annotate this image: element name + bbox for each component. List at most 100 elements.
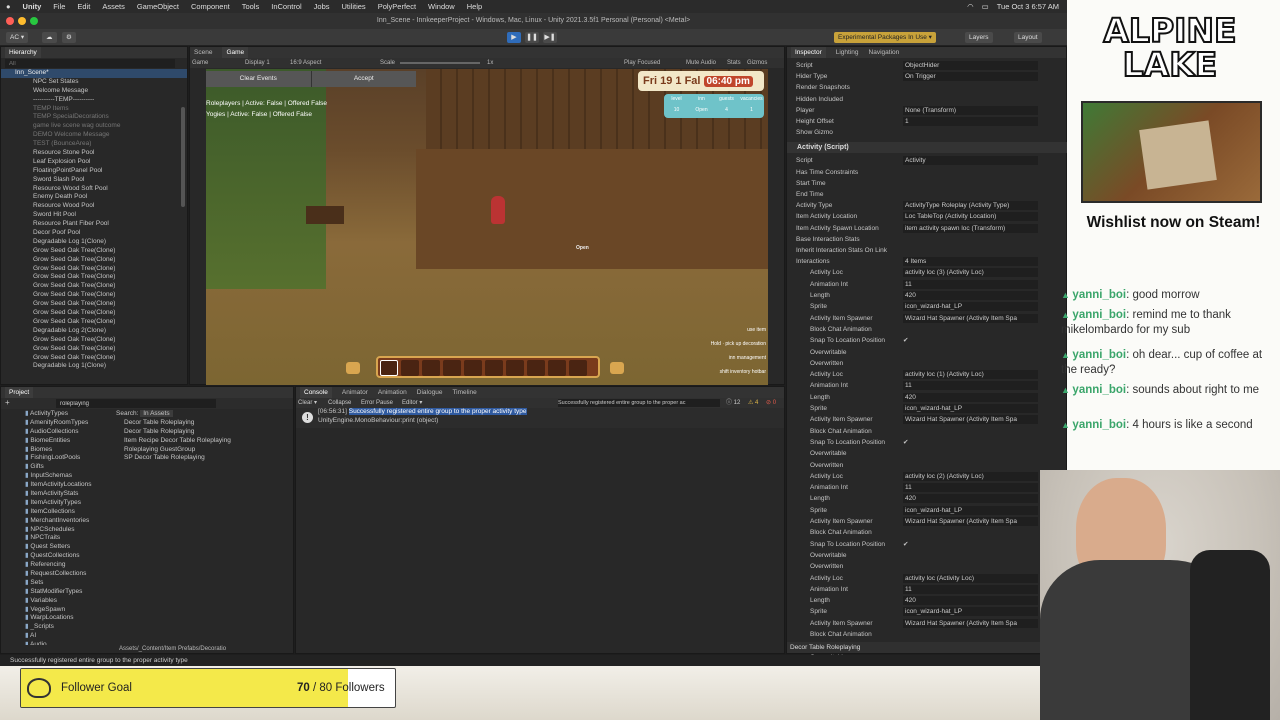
project-result-item[interactable]: Decor Table Roleplaying	[124, 419, 294, 428]
console-search-input[interactable]	[558, 399, 720, 407]
project-folder[interactable]: ▮ AmenityRoomTypes	[25, 419, 113, 428]
project-folder[interactable]: ▮ InputSchemas	[25, 472, 113, 481]
inventory-hotbar[interactable]	[376, 356, 600, 378]
chat-username[interactable]: yanni_boi	[1072, 309, 1126, 321]
activity-component-header[interactable]: Activity (Script)	[787, 142, 1067, 154]
field-value[interactable]: activity loc (1) (Activity Loc)	[903, 370, 1038, 380]
play-button[interactable]: ▶	[507, 32, 521, 43]
hotbar-slot[interactable]	[464, 360, 482, 376]
mute-audio-toggle[interactable]: Mute Audio	[686, 58, 716, 68]
settings-icon[interactable]: ⚙	[62, 32, 76, 43]
field-value[interactable]: 11	[903, 279, 1038, 289]
hierarchy-item[interactable]: Resource Wood Soft Pool	[33, 185, 187, 194]
console-clear-button[interactable]: Clear ▾	[298, 398, 317, 408]
battery-icon[interactable]: ▭	[982, 2, 989, 11]
hotbar-slot[interactable]	[380, 360, 398, 376]
hotbar-slot[interactable]	[527, 360, 545, 376]
console-editor-dropdown[interactable]: Editor ▾	[402, 398, 422, 408]
tab-animation[interactable]: Animation	[378, 387, 407, 398]
gizmos-toggle[interactable]: Gizmos	[747, 58, 767, 68]
hierarchy-item[interactable]: TEMP SpecialDecorations	[33, 113, 187, 122]
console-log-entry[interactable]: ! [06:56:31] Successfully registered ent…	[296, 408, 784, 428]
field-value[interactable]: 11	[903, 584, 1038, 594]
hierarchy-item[interactable]: Decor Poof Pool	[33, 229, 187, 238]
project-folder[interactable]: ▮ MerchantInventories	[25, 517, 113, 526]
console-log-count[interactable]: ⓘ 12	[726, 398, 740, 408]
checkbox-checked-icon[interactable]: ✔	[903, 539, 908, 550]
checkbox-checked-icon[interactable]: ✔	[903, 437, 908, 448]
menu-help[interactable]: Help	[467, 2, 482, 11]
hierarchy-item[interactable]: Degradable Log 1(Clone)	[33, 362, 187, 371]
console-error-count[interactable]: ⊘ 0	[766, 398, 776, 408]
hierarchy-item[interactable]: Degradable Log 2(Clone)	[33, 327, 187, 336]
project-folder[interactable]: ▮ Sets	[25, 579, 113, 588]
step-button[interactable]: ▶❚	[543, 32, 557, 43]
play-focused-dropdown[interactable]: Play Focused	[624, 58, 660, 68]
project-folder[interactable]: ▮ AI	[25, 632, 113, 641]
field-value[interactable]: icon_wizard-hat_LP	[903, 404, 1038, 413]
hierarchy-search-input[interactable]	[5, 59, 175, 68]
add-asset-icon[interactable]: +	[5, 398, 10, 407]
clock[interactable]: Tue Oct 3 6:57 AM	[997, 2, 1059, 11]
tab-timeline[interactable]: Timeline	[452, 387, 476, 398]
hierarchy-item[interactable]: Grow Seed Oak Tree(Clone)	[33, 265, 187, 274]
account-dropdown[interactable]: AC ▾	[6, 32, 29, 43]
tab-dialogue[interactable]: Dialogue	[417, 387, 443, 398]
game-screen[interactable]: Clear Events Accept Roleplayers | Active…	[206, 69, 768, 385]
hierarchy-item[interactable]: DEMO Welcome Message	[33, 131, 187, 140]
hierarchy-item[interactable]: game live scene wag outcome	[33, 122, 187, 131]
display-dropdown[interactable]: Game	[192, 58, 208, 68]
aspect-dropdown[interactable]: 16:9 Aspect	[290, 58, 321, 68]
field-value[interactable]: Wizard Hat Spawner (Activity Item Spa	[903, 415, 1038, 425]
hierarchy-scrollbar[interactable]	[181, 107, 185, 207]
project-search-input[interactable]	[56, 399, 216, 408]
field-value[interactable]: 420	[903, 291, 1038, 300]
project-folder[interactable]: ▮ Referencing	[25, 561, 113, 570]
field-value[interactable]: 11	[903, 381, 1038, 391]
tab-project[interactable]: Project	[5, 387, 34, 398]
project-folder[interactable]: ▮ RequestCollections	[25, 570, 113, 579]
hierarchy-item[interactable]: Sword Hit Pool	[33, 211, 187, 220]
console-warning-count[interactable]: ⚠ 4	[748, 398, 758, 408]
menu-assets[interactable]: Assets	[102, 2, 125, 11]
field-value[interactable]: activity loc (Activity Loc)	[903, 573, 1038, 583]
project-folder[interactable]: ▮ Variables	[25, 597, 113, 606]
menu-tools[interactable]: Tools	[242, 2, 260, 11]
tab-console[interactable]: Console	[300, 387, 332, 398]
project-folder[interactable]: ▮ Quest Setters	[25, 543, 113, 552]
field-value[interactable]: item activity spawn loc (Transform)	[903, 223, 1038, 233]
tab-animator[interactable]: Animator	[342, 387, 368, 398]
field-value[interactable]: activity loc (2) (Activity Loc)	[903, 471, 1038, 481]
project-folder[interactable]: ▮ ItemActivityTypes	[25, 499, 113, 508]
project-folder[interactable]: ▮ Audio	[25, 641, 113, 645]
hierarchy-item[interactable]: Resource Plant Fiber Pool	[33, 220, 187, 229]
tab-navigation[interactable]: Navigation	[869, 47, 900, 58]
chat-username[interactable]: yanni_boi	[1072, 289, 1126, 301]
project-folder[interactable]: ▮ NPCSchedules	[25, 526, 113, 535]
project-folder[interactable]: ▮ Biomes	[25, 446, 113, 455]
hierarchy-item[interactable]: Grow Seed Oak Tree(Clone)	[33, 336, 187, 345]
menu-edit[interactable]: Edit	[77, 2, 90, 11]
hierarchy-item[interactable]: Resource Stone Pool	[33, 149, 187, 158]
project-result-item[interactable]: SP Decor Table Roleplaying	[124, 454, 294, 463]
field-value[interactable]: 420	[903, 596, 1038, 606]
layout-dropdown[interactable]: Layout	[1014, 32, 1042, 43]
hierarchy-item[interactable]: TEST (BounceArea)	[33, 140, 187, 149]
project-folder[interactable]: ▮ FishingLootPools	[25, 454, 113, 463]
checkbox-checked-icon[interactable]: ✔	[903, 335, 908, 346]
hierarchy-item[interactable]: Grow Seed Oak Tree(Clone)	[33, 247, 187, 256]
wifi-icon[interactable]: ◠	[967, 2, 974, 11]
chat-username[interactable]: yanni_boi	[1072, 419, 1126, 431]
project-folder[interactable]: ▮ ItemCollections	[25, 508, 113, 517]
project-folder[interactable]: ▮ BiomeEntities	[25, 437, 113, 446]
menu-jobs[interactable]: Jobs	[314, 2, 330, 11]
hierarchy-item[interactable]: Grow Seed Oak Tree(Clone)	[33, 309, 187, 318]
menu-incontrol[interactable]: InControl	[271, 2, 301, 11]
hierarchy-item[interactable]: Grow Seed Oak Tree(Clone)	[33, 300, 187, 309]
scene-root[interactable]: Inn_Scene*	[1, 69, 187, 78]
hotbar-left-icon[interactable]	[346, 362, 360, 374]
chat-username[interactable]: yanni_boi	[1072, 384, 1126, 396]
hierarchy-item[interactable]: Enemy Death Pool	[33, 193, 187, 202]
hotbar-slot[interactable]	[485, 360, 503, 376]
project-folder[interactable]: ▮ WarpLocations	[25, 614, 113, 623]
